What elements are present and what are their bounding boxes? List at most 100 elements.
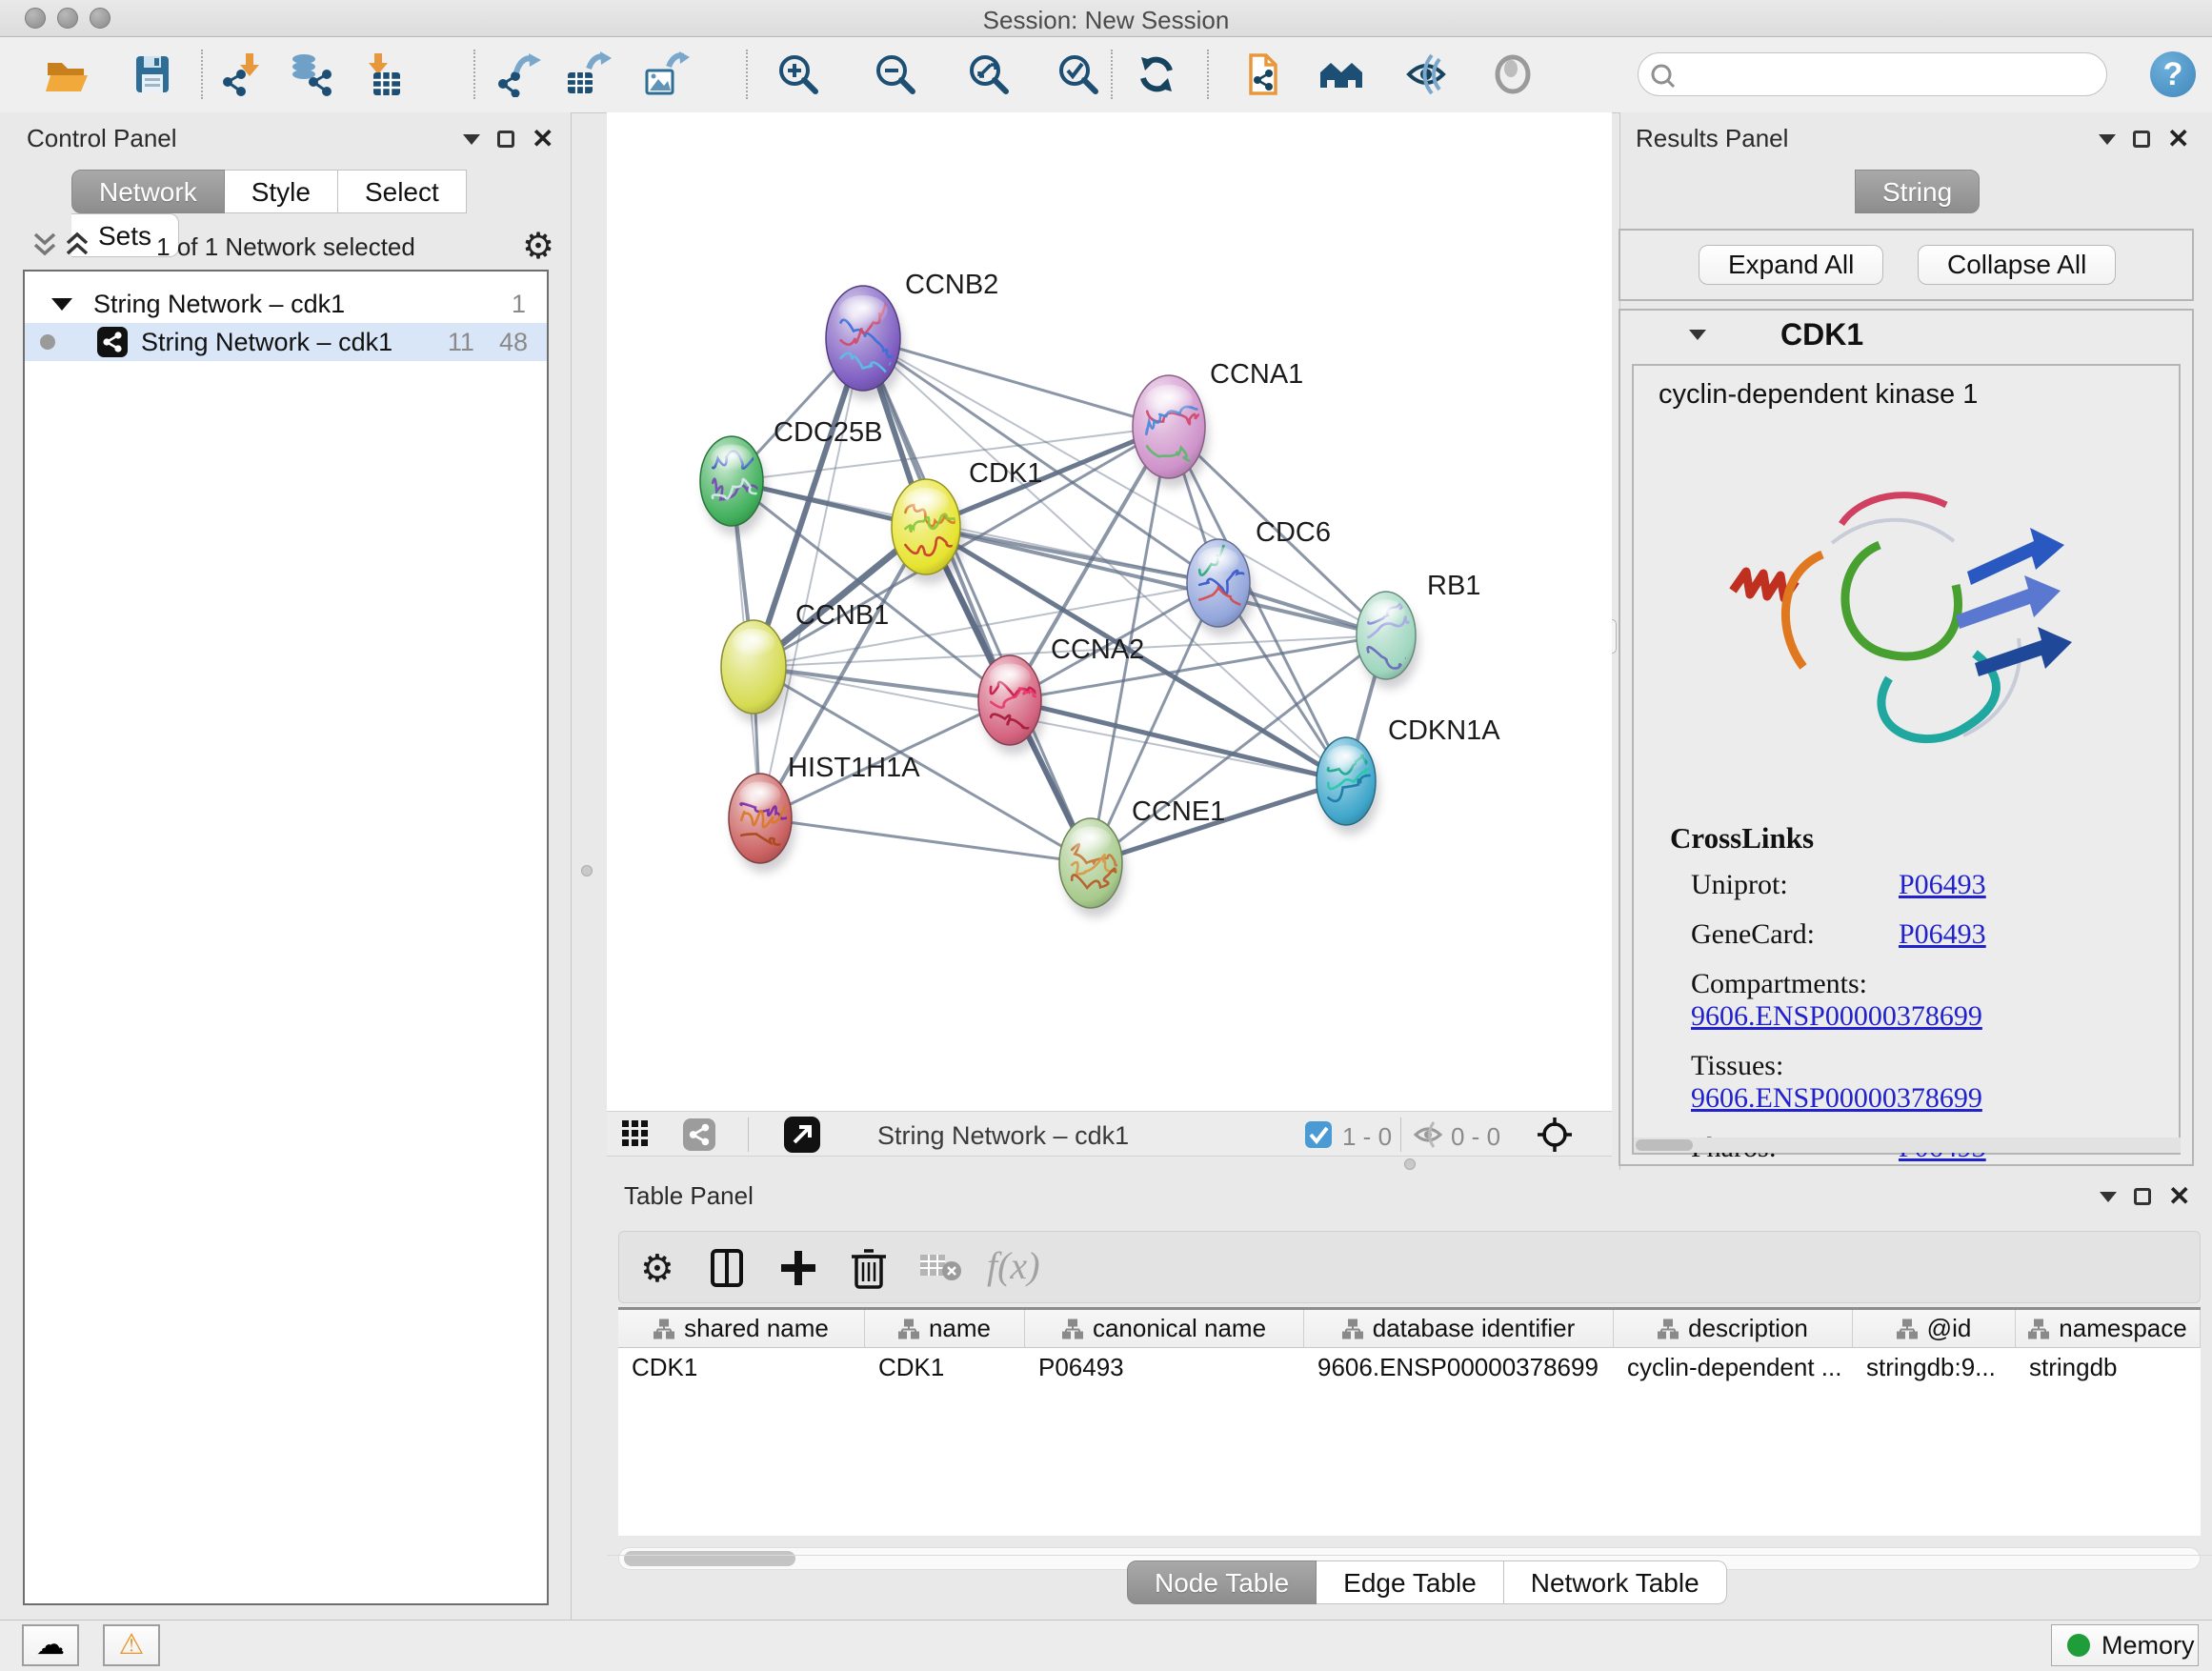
node-label: CCNA2 — [1051, 634, 1144, 665]
node-gloss — [903, 488, 949, 516]
network-node-HIST1H1A[interactable] — [729, 774, 834, 863]
delete-column-trash-icon[interactable] — [848, 1245, 890, 1289]
panel-float-icon[interactable] — [497, 131, 514, 148]
network-node-CCNB1[interactable] — [721, 620, 786, 714]
hidden-eye-slash-icon[interactable] — [1413, 1120, 1443, 1149]
column-header-shared-name[interactable]: shared name — [618, 1310, 865, 1348]
left-splitter-handle[interactable] — [581, 865, 593, 876]
panel-menu-icon[interactable] — [2099, 134, 2116, 145]
network-edge[interactable] — [754, 667, 1010, 700]
fit-selected-crosshair-icon[interactable] — [1537, 1117, 1573, 1153]
collapse-all-button[interactable]: Collapse All — [1918, 245, 2116, 285]
network-collection-row[interactable]: String Network – cdk1 1 — [25, 285, 547, 323]
zoom-fit-button[interactable] — [966, 51, 1012, 97]
refresh-button[interactable] — [1134, 51, 1179, 97]
hide-glass-eye-button[interactable] — [1403, 51, 1449, 97]
network-edge[interactable] — [863, 338, 1169, 427]
export-image-button[interactable] — [644, 51, 690, 97]
string-import-button[interactable] — [1241, 51, 1287, 97]
table-tab-network-table[interactable]: Network Table — [1504, 1560, 1727, 1604]
network-node-count: 11 — [448, 328, 474, 357]
crosslink-value-link[interactable]: P06493 — [1899, 918, 1986, 950]
network-node-CCNB2[interactable] — [826, 286, 929, 391]
column-header-canonical-name[interactable]: canonical name — [1025, 1310, 1304, 1348]
tab-network[interactable]: Network — [71, 170, 225, 213]
results-hscrollbar[interactable] — [1634, 1137, 2181, 1153]
string-home-button[interactable] — [1318, 51, 1364, 97]
network-node-CDK1[interactable] — [892, 479, 1003, 574]
gene-section-header[interactable]: CDK1 — [1620, 311, 2192, 358]
network-share-view-icon[interactable] — [683, 1118, 715, 1151]
panel-close-icon[interactable]: ✕ — [2168, 1187, 2190, 1206]
column-header-description[interactable]: description — [1614, 1310, 1853, 1348]
bottom-splitter-handle[interactable] — [1404, 1158, 1416, 1170]
panel-close-icon[interactable]: ✕ — [532, 130, 553, 149]
toolbar-separator — [1207, 50, 1209, 99]
memory-button[interactable]: Memory — [2051, 1624, 2199, 1666]
zoom-selected-button[interactable] — [1056, 51, 1101, 97]
import-network-button[interactable] — [220, 51, 266, 97]
open-in-window-icon[interactable] — [784, 1117, 820, 1153]
panel-menu-icon[interactable] — [463, 134, 480, 145]
crosslink-value-link[interactable]: 9606.ENSP00000378699 — [1691, 1082, 1982, 1114]
export-table-button[interactable] — [566, 51, 612, 97]
node-label: CDKN1A — [1388, 715, 1500, 746]
export-network-button[interactable] — [495, 51, 541, 97]
crosslink-value-link[interactable]: P06493 — [1899, 869, 1986, 900]
node-gloss — [989, 663, 1031, 690]
zoom-out-icon — [873, 51, 918, 97]
network-graph[interactable]: CCNB2CCNA1CDC25BCDK1CDC6RB1CCNB1CCNA2CDK… — [607, 112, 1612, 1111]
warning-status-button[interactable]: ⚠ — [103, 1624, 160, 1666]
panel-close-icon[interactable]: ✕ — [2167, 130, 2189, 149]
save-session-button[interactable] — [130, 51, 175, 97]
column-header-namespace[interactable]: namespace — [2016, 1310, 2201, 1348]
search-input[interactable] — [1684, 57, 2088, 91]
column-header-database-identifier[interactable]: database identifier — [1304, 1310, 1614, 1348]
crosslink-value-link[interactable]: 9606.ENSP00000378699 — [1691, 1000, 1982, 1032]
show-columns-icon[interactable] — [707, 1247, 749, 1289]
panel-menu-icon[interactable] — [2100, 1192, 2117, 1202]
expand-all-button[interactable]: Expand All — [1699, 245, 1883, 285]
table-tab-node-table[interactable]: Node Table — [1127, 1560, 1317, 1604]
network-edge[interactable] — [1010, 700, 1346, 781]
network-node-CCNE1[interactable] — [1059, 818, 1158, 908]
table-hscrollbar-thumb[interactable] — [624, 1551, 795, 1566]
network-row[interactable]: String Network – cdk1 11 48 — [25, 323, 547, 361]
tab-select[interactable]: Select — [338, 170, 467, 213]
network-options-gear-icon[interactable]: ⚙ — [522, 225, 554, 268]
open-session-button[interactable] — [44, 51, 90, 97]
table-panel: Table Panel ✕ ⚙ f(x) shared namenamecano… — [607, 1170, 2212, 1620]
function-builder-icon[interactable]: f(x) — [987, 1243, 1040, 1288]
collection-expander-icon[interactable] — [51, 298, 72, 311]
column-header-name[interactable]: name — [865, 1310, 1025, 1348]
grid-view-icon[interactable] — [622, 1120, 651, 1149]
table-row[interactable]: CDK1CDK1P064939606.ENSP00000378699cyclin… — [618, 1348, 2201, 1386]
network-canvas[interactable]: CCNB2CCNA1CDC25BCDK1CDC6RB1CCNB1CCNA2CDK… — [607, 112, 1612, 1111]
results-tab-string[interactable]: String — [1855, 170, 1980, 213]
import-network-from-database-button[interactable] — [289, 51, 334, 97]
delete-table-icon[interactable] — [920, 1253, 962, 1283]
table-tab-edge-table[interactable]: Edge Table — [1317, 1560, 1504, 1604]
network-node-CCNA1[interactable] — [1133, 375, 1239, 478]
gene-expander-icon[interactable] — [1689, 330, 1706, 340]
show-glass-eye-button[interactable] — [1490, 51, 1536, 97]
column-header-@id[interactable]: @id — [1853, 1310, 2016, 1348]
zoom-in-button[interactable] — [775, 51, 821, 97]
zoom-out-button[interactable] — [873, 51, 918, 97]
network-edge[interactable] — [760, 818, 1091, 863]
results-panel-window-controls: ✕ — [2099, 130, 2189, 149]
table-settings-gear-icon[interactable]: ⚙ — [640, 1247, 674, 1291]
status-bar: ☁ ⚠ Memory — [0, 1620, 2212, 1671]
panel-float-icon[interactable] — [2134, 1188, 2151, 1205]
network-edge[interactable] — [760, 338, 863, 818]
import-table-button[interactable] — [358, 51, 404, 97]
results-hscrollbar-thumb[interactable] — [1636, 1139, 1693, 1151]
column-header-label: canonical name — [1093, 1314, 1266, 1343]
help-button[interactable]: ? — [2150, 51, 2196, 97]
cloud-status-button[interactable]: ☁ — [22, 1624, 79, 1666]
search-box[interactable] — [1638, 52, 2107, 96]
panel-float-icon[interactable] — [2133, 131, 2150, 148]
selected-checkbox-icon[interactable] — [1305, 1121, 1332, 1148]
add-column-icon[interactable] — [777, 1247, 819, 1289]
tab-style[interactable]: Style — [225, 170, 338, 213]
